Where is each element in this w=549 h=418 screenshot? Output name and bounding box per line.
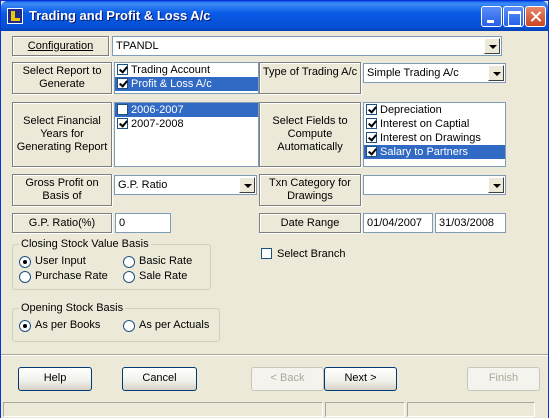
year-item-2006-2007[interactable]: 2006-2007 [115, 103, 258, 117]
field-item-salary-partners[interactable]: Salary to Partners [364, 145, 505, 159]
chevron-down-icon[interactable] [488, 65, 504, 81]
checkbox-icon[interactable] [366, 146, 377, 157]
checkbox-icon[interactable] [117, 64, 128, 75]
radio-icon[interactable] [19, 256, 31, 268]
close-icon[interactable] [525, 6, 546, 27]
date-range-label: Date Range [259, 213, 361, 233]
app-logo-icon [7, 8, 23, 24]
select-report-label: Select Report to Generate [12, 62, 112, 94]
compute-fields-label: Select Fields to Compute Automatically [259, 102, 361, 167]
field-item-interest-drawings[interactable]: Interest on Drawings [364, 131, 505, 145]
radio-icon[interactable] [123, 320, 135, 332]
field-item-depreciation[interactable]: Depreciation [364, 103, 505, 117]
finish-button[interactable]: Finish [467, 367, 540, 391]
radio-basic-rate[interactable]: Basic Rate [123, 255, 192, 268]
radio-sale-rate[interactable]: Sale Rate [123, 270, 187, 283]
configuration-label: Configuration [27, 39, 94, 52]
chevron-down-icon[interactable] [484, 38, 500, 54]
configuration-select[interactable]: TPANDL [112, 36, 502, 56]
checkbox-icon[interactable] [366, 104, 377, 115]
financial-years-list[interactable]: 2006-2007 2007-2008 [114, 102, 259, 167]
configuration-value: TPANDL [116, 40, 159, 52]
gp-ratio-label: G.P. Ratio(%) [12, 213, 112, 233]
status-bar [1, 400, 548, 418]
status-pane [3, 402, 323, 417]
radio-purchase-rate[interactable]: Purchase Rate [19, 270, 108, 283]
radio-icon[interactable] [19, 320, 31, 332]
chevron-down-icon[interactable] [239, 177, 255, 193]
opening-stock-title: Opening Stock Basis [19, 302, 126, 314]
chevron-down-icon[interactable] [488, 177, 504, 193]
dialog-window: Trading and Profit & Loss A/c Configurat… [0, 0, 549, 418]
separator [1, 354, 548, 356]
status-pane [407, 402, 535, 417]
radio-user-input[interactable]: User Input [19, 255, 86, 268]
gross-profit-label: Gross Profit on Basis of [12, 174, 112, 206]
txn-category-label: Txn Category for Drawings [259, 174, 361, 206]
cancel-button[interactable]: Cancel [122, 367, 197, 391]
report-item-trading[interactable]: Trading Account [115, 63, 258, 77]
radio-icon[interactable] [19, 271, 31, 283]
compute-fields-list[interactable]: Depreciation Interest on Captial Interes… [363, 102, 506, 167]
date-from-input[interactable]: 01/04/2007 [363, 213, 433, 233]
trading-type-label: Type of Trading A/c [259, 62, 361, 94]
checkbox-icon[interactable] [117, 104, 128, 115]
report-item-profit-loss[interactable]: Profit & Loss A/c [115, 77, 258, 91]
radio-as-per-actuals[interactable]: As per Actuals [123, 319, 209, 332]
financial-years-label: Select Financial Years for Generating Re… [12, 102, 112, 167]
configuration-button[interactable]: Configuration [12, 36, 109, 56]
year-item-2007-2008[interactable]: 2007-2008 [115, 117, 258, 131]
report-list[interactable]: Trading Account Profit & Loss A/c [114, 62, 259, 94]
txn-category-select[interactable] [363, 175, 506, 195]
select-branch-checkbox[interactable]: Select Branch [259, 247, 345, 261]
checkbox-icon[interactable] [117, 78, 128, 89]
checkbox-icon[interactable] [261, 248, 272, 259]
field-item-interest-capital[interactable]: Interest on Captial [364, 117, 505, 131]
trading-type-select[interactable]: Simple Trading A/c [363, 63, 506, 83]
checkbox-icon[interactable] [366, 132, 377, 143]
date-to-input[interactable]: 31/03/2008 [435, 213, 506, 233]
gross-profit-select[interactable]: G.P. Ratio [114, 175, 257, 195]
help-button[interactable]: Help [18, 367, 92, 391]
back-button[interactable]: < Back [251, 367, 324, 391]
radio-icon[interactable] [123, 256, 135, 268]
radio-as-per-books[interactable]: As per Books [19, 319, 100, 332]
checkbox-icon[interactable] [117, 118, 128, 129]
radio-icon[interactable] [123, 271, 135, 283]
checkbox-icon[interactable] [366, 118, 377, 129]
next-button[interactable]: Next > [324, 367, 397, 391]
closing-stock-title: Closing Stock Value Basis [19, 238, 151, 250]
window-title: Trading and Profit & Loss A/c [29, 8, 211, 23]
gp-ratio-input[interactable]: 0 [115, 213, 171, 233]
opening-stock-group: Opening Stock Basis As per Books As per … [12, 302, 220, 342]
status-pane [325, 402, 405, 417]
closing-stock-group: Closing Stock Value Basis User Input Bas… [12, 238, 211, 290]
minimize-icon[interactable] [481, 6, 502, 27]
title-bar[interactable]: Trading and Profit & Loss A/c [1, 1, 548, 31]
maximize-icon[interactable] [503, 6, 524, 27]
